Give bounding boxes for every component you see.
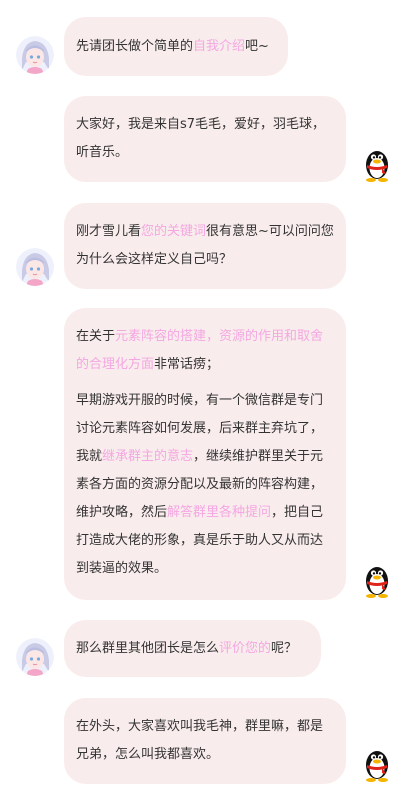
message-right: 大家好，我是来自s7毛毛，爱好，羽毛球，听音乐。 (0, 90, 413, 190)
host-avatar-icon (16, 248, 54, 286)
message-text: 先请团长做个简单的自我介绍吧~ (76, 39, 269, 54)
message-text: 在关于元素阵容的搭建，资源的作用和取舍的合理化方面非常话痨； (76, 329, 324, 372)
message-bubble: 刚才雪儿看您的关键词很有意思~可以问问您为什么会这样定义自己吗？ (64, 203, 346, 289)
message-text: 刚才雪儿看您的关键词很有意思~可以问问您为什么会这样定义自己吗？ (76, 224, 334, 267)
message-right: 在关于元素阵容的搭建，资源的作用和取舍的合理化方面非常话痨； 早期游戏开服的时候… (0, 300, 413, 610)
message-bubble: 大家好，我是来自s7毛毛，爱好，羽毛球，听音乐。 (64, 96, 346, 182)
message-bubble: 先请团长做个简单的自我介绍吧~ (64, 17, 288, 76)
qq-penguin-icon (362, 746, 392, 782)
message-bubble: 那么群里其他团长是怎么评价您的呢？ (64, 620, 321, 677)
message-bubble: 在关于元素阵容的搭建，资源的作用和取舍的合理化方面非常话痨； 早期游戏开服的时候… (64, 308, 346, 600)
message-right: 在外头，大家喜欢叫我毛神，群里嘛，都是兄弟，怎么叫我都喜欢。 (0, 694, 413, 801)
message-text: 那么群里其他团长是怎么评价您的呢？ (76, 641, 298, 656)
message-text: 早期游戏开服的时候，有一个微信群是专门讨论元素阵容如何发展，后来群主弃坑了，我就… (76, 393, 324, 576)
qq-penguin-icon (362, 562, 392, 598)
host-avatar-icon (16, 638, 54, 676)
message-text: 大家好，我是来自s7毛毛，爱好，羽毛球，听音乐。 (76, 117, 326, 160)
qq-penguin-icon (362, 146, 392, 182)
message-bubble: 在外头，大家喜欢叫我毛神，群里嘛，都是兄弟，怎么叫我都喜欢。 (64, 698, 346, 784)
message-left: 先请团长做个简单的自我介绍吧~ (0, 0, 413, 90)
message-left: 那么群里其他团长是怎么评价您的呢？ (0, 610, 413, 694)
host-avatar-icon (16, 36, 54, 74)
message-text: 在外头，大家喜欢叫我毛神，群里嘛，都是兄弟，怎么叫我都喜欢。 (76, 719, 324, 762)
message-left: 刚才雪儿看您的关键词很有意思~可以问问您为什么会这样定义自己吗？ (0, 196, 413, 300)
